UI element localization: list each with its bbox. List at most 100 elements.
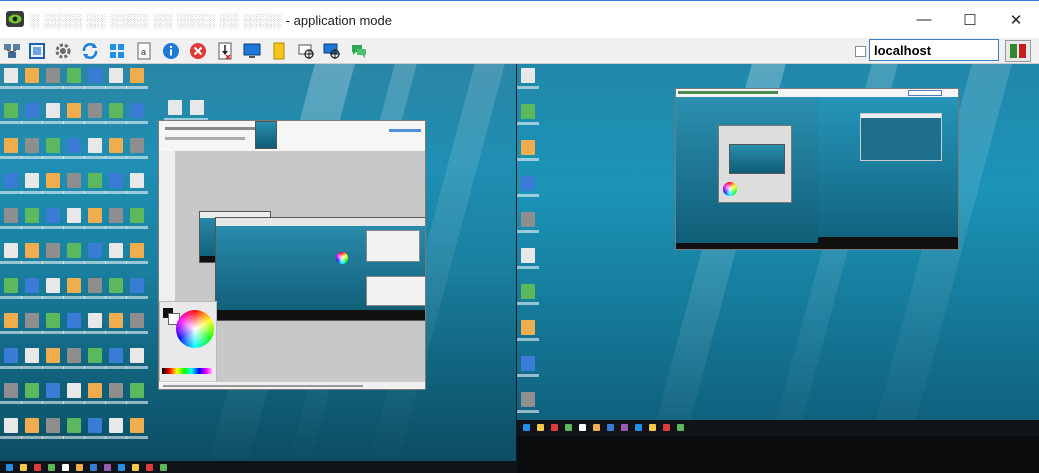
desktop-shortcut-icon[interactable] [25, 418, 39, 433]
desktop-shortcut-icon[interactable] [4, 348, 18, 363]
desktop-shortcut-icon[interactable] [46, 138, 60, 153]
refresh-icon[interactable] [80, 41, 100, 61]
taskbar-app-icon[interactable] [62, 464, 69, 471]
desktop-shortcut-icon[interactable] [130, 313, 144, 328]
desktop-shortcut-icon[interactable] [109, 68, 123, 83]
desktop-shortcut-icon[interactable] [88, 278, 102, 293]
monitor-icon[interactable] [242, 41, 262, 61]
taskbar-app-icon[interactable] [523, 424, 530, 431]
color-wheel[interactable] [176, 310, 214, 348]
network-icon[interactable] [2, 41, 22, 61]
close-button[interactable]: ✕ [993, 1, 1039, 38]
desktop-shortcut-icon[interactable] [4, 103, 18, 118]
taskbar-app-icon[interactable] [132, 464, 139, 471]
taskbar-app-icon[interactable] [118, 464, 125, 471]
settings-gear-icon[interactable] [53, 41, 73, 61]
connect-button[interactable] [1005, 40, 1031, 62]
taskbar-app-icon[interactable] [677, 424, 684, 431]
desktop-shortcut-icon[interactable] [67, 173, 81, 188]
desktop-shortcut-icon[interactable] [88, 68, 102, 83]
desktop-shortcut-icon[interactable] [521, 320, 535, 335]
desktop-shortcut-icon[interactable] [109, 348, 123, 363]
desktop-shortcut-icon[interactable] [46, 313, 60, 328]
desktop-shortcut-icon[interactable] [25, 68, 39, 83]
desktop-shortcut-icon[interactable] [130, 278, 144, 293]
taskbar-app-icon[interactable] [635, 424, 642, 431]
desktop-shortcut-icon[interactable] [25, 313, 39, 328]
desktop-shortcut-icon[interactable] [25, 243, 39, 258]
maximize-button[interactable]: ☐ [947, 1, 993, 38]
desktop-shortcut-icon[interactable] [521, 176, 535, 191]
sticky-note-icon[interactable] [269, 41, 289, 61]
desktop-shortcut-icon[interactable] [88, 138, 102, 153]
desktop-shortcut-icon[interactable] [88, 243, 102, 258]
desktop-shortcut-icon[interactable] [4, 278, 18, 293]
taskbar-app-icon[interactable] [607, 424, 614, 431]
desktop-shortcut-icon[interactable] [130, 383, 144, 398]
taskbar-app-icon[interactable] [649, 424, 656, 431]
taskbar-app-icon[interactable] [48, 464, 55, 471]
desktop-shortcut-icon[interactable] [46, 348, 60, 363]
desktop-shortcut-icon[interactable] [4, 138, 18, 153]
desktop-shortcut-icon[interactable] [67, 383, 81, 398]
desktop-shortcut-icon[interactable] [46, 173, 60, 188]
desktop-shortcut-icon[interactable] [109, 138, 123, 153]
desktop-shortcut-icon[interactable] [4, 383, 18, 398]
nested-paint-window[interactable] [158, 120, 426, 390]
desktop-shortcut-icon[interactable] [67, 243, 81, 258]
desktop-shortcut-icon[interactable] [168, 100, 182, 115]
desktop-shortcut-icon[interactable] [109, 383, 123, 398]
taskbar-app-icon[interactable] [104, 464, 111, 471]
taskbar-app-icon[interactable] [20, 464, 27, 471]
desktop-shortcut-icon[interactable] [4, 68, 18, 83]
desktop-shortcut-icon[interactable] [109, 208, 123, 223]
desktop-shortcut-icon[interactable] [88, 348, 102, 363]
taskbar-app-icon[interactable] [76, 464, 83, 471]
desktop-shortcut-icon[interactable] [25, 383, 39, 398]
nested-application-window[interactable] [675, 88, 959, 250]
taskbar-app-icon[interactable] [621, 424, 628, 431]
desktop-shortcut-icon[interactable] [46, 68, 60, 83]
desktop-shortcut-icon[interactable] [521, 392, 535, 407]
host-input[interactable] [869, 39, 999, 61]
taskbar-app-icon[interactable] [6, 464, 13, 471]
desktop-shortcut-icon[interactable] [67, 348, 81, 363]
desktop-shortcut-icon[interactable] [88, 313, 102, 328]
desktop-shortcut-icon[interactable] [109, 418, 123, 433]
taskbar-app-icon[interactable] [146, 464, 153, 471]
stop-icon[interactable] [188, 41, 208, 61]
desktop-shortcut-icon[interactable] [67, 138, 81, 153]
desktop-shortcut-icon[interactable] [521, 284, 535, 299]
desktop-shortcut-icon[interactable] [109, 243, 123, 258]
remote-screen-right[interactable] [517, 64, 1039, 473]
desktop-shortcut-icon[interactable] [130, 173, 144, 188]
screen-capture-target-icon[interactable] [322, 41, 342, 61]
minimize-button[interactable]: — [901, 1, 947, 38]
remote-screen-left[interactable] [0, 64, 517, 473]
taskbar-app-icon[interactable] [34, 464, 41, 471]
desktop-shortcut-icon[interactable] [521, 356, 535, 371]
taskbar-app-icon[interactable] [160, 464, 167, 471]
desktop-shortcut-icon[interactable] [521, 104, 535, 119]
taskbar-app-icon[interactable] [551, 424, 558, 431]
desktop-shortcut-icon[interactable] [521, 212, 535, 227]
desktop-shortcut-icon[interactable] [109, 313, 123, 328]
desktop-shortcut-icon[interactable] [109, 173, 123, 188]
fullscreen-icon[interactable] [27, 41, 47, 61]
color-picker-panel[interactable] [159, 301, 217, 383]
capture-target-icon[interactable] [296, 41, 316, 61]
desktop-shortcut-icon[interactable] [46, 418, 60, 433]
desktop-shortcut-icon[interactable] [88, 383, 102, 398]
desktop-shortcut-icon[interactable] [46, 243, 60, 258]
desktop-shortcut-icon[interactable] [67, 418, 81, 433]
desktop-shortcut-icon[interactable] [130, 348, 144, 363]
chat-icon[interactable] [349, 41, 369, 61]
desktop-shortcut-icon[interactable] [25, 348, 39, 363]
desktop-shortcut-icon[interactable] [109, 278, 123, 293]
desktop-shortcut-icon[interactable] [46, 278, 60, 293]
desktop-shortcut-icon[interactable] [4, 173, 18, 188]
desktop-shortcut-icon[interactable] [88, 208, 102, 223]
desktop-shortcut-icon[interactable] [25, 103, 39, 118]
desktop-shortcut-icon[interactable] [25, 208, 39, 223]
desktop-shortcut-icon[interactable] [521, 140, 535, 155]
